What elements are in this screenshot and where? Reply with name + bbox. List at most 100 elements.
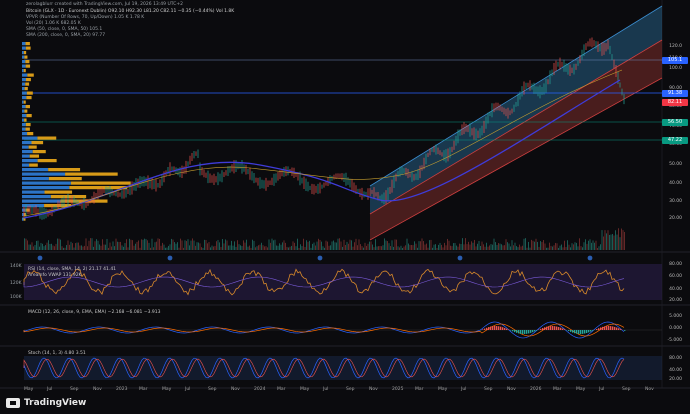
month-label-4: 2023 <box>116 387 128 392</box>
volume-marker <box>317 255 323 261</box>
volume-bar <box>420 241 421 250</box>
volume-bar <box>204 239 205 250</box>
vpvr-bar-yellow <box>25 64 31 68</box>
volume-bar <box>465 238 466 250</box>
volume-bar <box>544 243 546 250</box>
volume-bar <box>423 241 424 250</box>
vpvr-bar-yellow <box>23 100 26 104</box>
volume-bar <box>43 246 45 250</box>
volume-bar <box>460 244 462 250</box>
macd-histogram-bar <box>604 326 606 330</box>
month-label-27: Nov <box>645 387 654 392</box>
volume-bar <box>297 238 298 250</box>
volume-bar <box>579 238 580 250</box>
macd-histogram-bar <box>612 326 614 330</box>
volume-bar <box>444 242 445 250</box>
vpvr-bar-blue <box>22 195 51 199</box>
volume-bar <box>144 238 145 250</box>
volume-bar <box>289 246 291 250</box>
volume-bar <box>232 245 234 250</box>
tradingview-logo[interactable]: TradingView <box>6 398 86 408</box>
volume-bar <box>552 246 553 250</box>
macd-histogram-bar <box>562 328 564 330</box>
volume-bar <box>231 240 232 250</box>
volume-bar <box>114 246 115 250</box>
volume-bar <box>459 243 460 250</box>
volume-bar <box>330 245 331 250</box>
volume-bar <box>159 238 160 250</box>
volume-marker <box>587 255 593 261</box>
volume-bar <box>193 240 195 250</box>
volume-bar <box>550 245 552 250</box>
left-volume-tick-100: 100K <box>10 295 22 300</box>
month-label-9: Nov <box>231 387 240 392</box>
month-label-0: May <box>24 387 34 392</box>
vpvr-bar-yellow <box>29 154 40 158</box>
volume-bar <box>186 241 187 250</box>
volume-bar <box>463 244 465 250</box>
volume-bar <box>598 246 600 250</box>
volume-bar <box>183 247 184 250</box>
volume-bar <box>340 241 342 250</box>
volume-bar <box>501 244 502 250</box>
volume-bar <box>615 230 616 250</box>
volume-bar <box>360 244 361 250</box>
volume-bar <box>367 243 369 250</box>
volume-bar <box>414 241 415 250</box>
month-label-25: Jul <box>599 387 605 392</box>
volume-bar <box>546 247 547 250</box>
volume-bar <box>607 230 609 250</box>
volume-bar <box>528 241 529 250</box>
volume-bar <box>102 239 103 250</box>
volume-bar <box>622 230 624 250</box>
volume-bar <box>108 247 109 250</box>
month-label-16: 2025 <box>392 387 404 392</box>
volume-bar <box>24 238 25 250</box>
volume-bar <box>162 242 163 250</box>
volume-bar <box>565 247 567 250</box>
vpvr-bar-yellow <box>28 145 37 149</box>
chart-canvas[interactable] <box>0 0 690 414</box>
macd-tick-minus5: -5.000 <box>667 338 682 343</box>
volume-bar <box>397 246 399 250</box>
volume-bar <box>78 242 79 250</box>
volume-bar <box>61 246 63 250</box>
volume-bar <box>438 244 439 250</box>
price-tag-105: 105.1 <box>662 57 688 64</box>
volume-bar <box>610 234 612 250</box>
volume-bar <box>57 238 58 250</box>
volume-bar <box>220 246 222 250</box>
macd-histogram-bar <box>620 329 622 330</box>
volume-bar <box>112 241 114 250</box>
macd-histogram-bar <box>502 327 504 330</box>
vpvr-bar-yellow <box>44 190 73 194</box>
volume-bar <box>586 243 588 250</box>
stoch-tick-20: 20.00 <box>669 377 682 382</box>
volume-bar <box>240 245 241 250</box>
vpvr-bar-blue <box>22 60 26 64</box>
volume-bar <box>262 245 264 250</box>
volume-bar <box>252 239 253 250</box>
volume-bar <box>157 238 159 250</box>
volume-bar <box>325 240 327 250</box>
volume-bar <box>255 247 256 250</box>
macd-histogram-bar <box>580 330 582 334</box>
vpvr-bar-yellow <box>25 123 31 127</box>
volume-bar <box>145 239 147 250</box>
vpvr-bar-yellow <box>24 109 28 113</box>
volume-bar <box>403 246 405 250</box>
vpvr-bar-yellow <box>27 132 34 136</box>
volume-bar <box>436 247 438 250</box>
vpvr-bar-yellow <box>23 51 27 55</box>
volume-bar <box>490 244 492 250</box>
volume-bar <box>45 245 46 250</box>
volume-bar <box>216 241 217 250</box>
price-tag-91: 91.38 <box>662 90 688 97</box>
vpvr-bar-yellow <box>50 195 87 199</box>
volume-bar <box>328 245 330 250</box>
volume-bar <box>295 246 297 250</box>
volume-bar <box>519 244 520 250</box>
volume-bar <box>486 242 487 250</box>
stoch-tick-80: 80.00 <box>669 356 682 361</box>
volume-bar <box>147 240 148 250</box>
